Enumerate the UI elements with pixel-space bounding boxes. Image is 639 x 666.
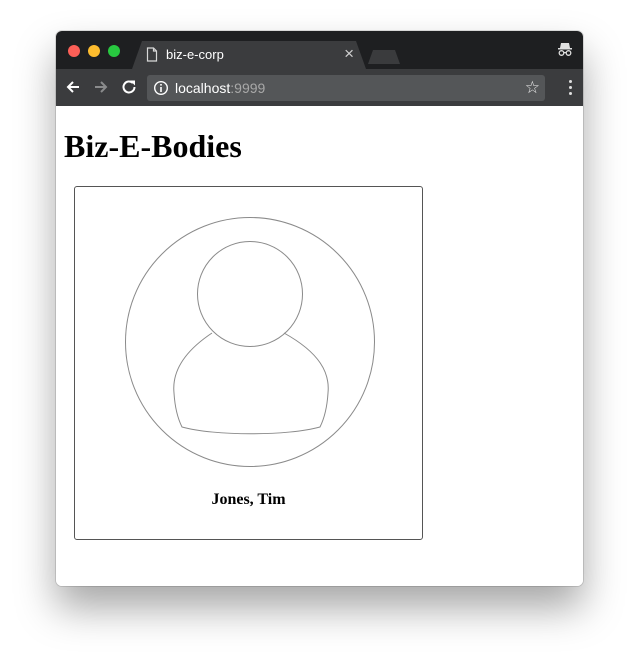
address-bar[interactable]: localhost:9999 ☆ [147,75,545,101]
more-menu-icon[interactable] [569,80,573,98]
window-minimize-button[interactable] [88,45,100,57]
browser-tab[interactable]: biz-e-corp × [132,41,366,69]
bookmark-star-icon[interactable]: ☆ [525,78,540,98]
incognito-icon [557,41,573,62]
tab-strip: biz-e-corp × [56,31,583,69]
forward-arrow-icon[interactable] [92,78,110,96]
page-content: Biz-E-Bodies Jones, Tim [56,106,583,586]
browser-window: biz-e-corp × localhost:9999 ☆ Biz-E-Bodi… [56,31,583,586]
url-port: :9999 [230,80,266,96]
tab-close-icon[interactable]: × [344,45,354,63]
info-icon[interactable] [153,80,169,101]
tab-title: biz-e-corp [166,47,224,62]
window-close-button[interactable] [68,45,80,57]
person-card[interactable]: Jones, Tim [74,186,423,540]
page-title: Biz-E-Bodies [64,128,242,164]
user-avatar-icon [124,216,376,473]
back-arrow-icon[interactable] [64,78,82,96]
document-icon [146,47,158,67]
person-name: Jones, Tim [211,491,286,508]
url-host: localhost [175,80,231,96]
url-text: localhost:9999 [175,80,265,96]
reload-icon[interactable] [120,78,138,96]
new-tab-button[interactable] [368,50,400,64]
window-maximize-button[interactable] [108,45,120,57]
browser-toolbar: localhost:9999 ☆ [56,69,583,106]
